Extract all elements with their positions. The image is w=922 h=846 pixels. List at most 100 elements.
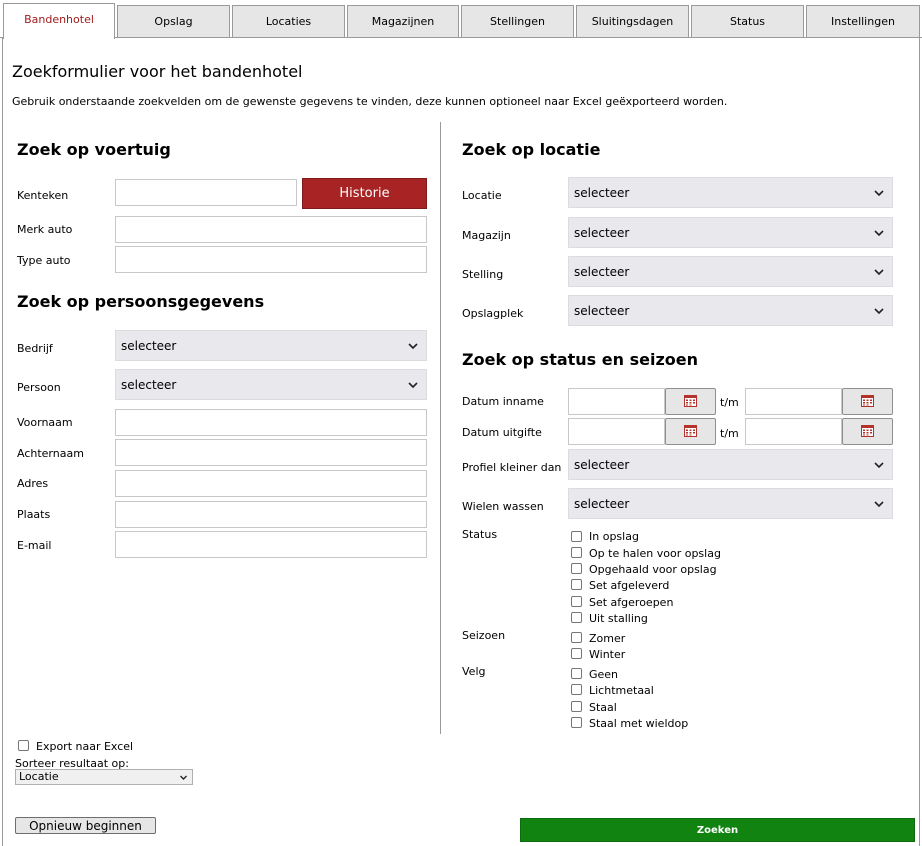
- kenteken-input[interactable]: [115, 179, 297, 206]
- chevron-down-icon: [874, 501, 884, 508]
- status-option-label: Uit stalling: [589, 612, 648, 625]
- velg-checkbox-geen[interactable]: [571, 668, 582, 679]
- section-title-status-season: Zoek op status en seizoen: [462, 350, 698, 369]
- status-option-label: Set afgeroepen: [589, 596, 674, 609]
- historie-button-label: Historie: [339, 186, 390, 201]
- opslagplek-select[interactable]: selecteer: [568, 295, 893, 326]
- tab-locaties[interactable]: Locaties: [232, 5, 345, 37]
- status-option-label: Opgehaald voor opslag: [589, 563, 717, 576]
- locatie-select[interactable]: selecteer: [568, 177, 893, 208]
- plaats-input[interactable]: [115, 501, 427, 528]
- datum-uitgifte-from-input[interactable]: [568, 418, 665, 445]
- seizoen-checkbox-winter[interactable]: [571, 648, 582, 659]
- stelling-select-value: selecteer: [574, 264, 630, 279]
- magazijn-select[interactable]: selecteer: [568, 217, 893, 248]
- wielen-select[interactable]: selecteer: [568, 488, 893, 519]
- datum-inname-to-calendar-button[interactable]: [842, 388, 893, 415]
- page-title: Zoekformulier voor het bandenhotel: [12, 62, 303, 81]
- chevron-down-icon: [874, 308, 884, 315]
- velg-checkbox-staal[interactable]: [571, 701, 582, 712]
- bedrijf-select-value: selecteer: [121, 338, 177, 353]
- locatie-label: Locatie: [462, 189, 502, 202]
- section-title-location: Zoek op locatie: [462, 140, 601, 159]
- tab-opslag[interactable]: Opslag: [117, 5, 230, 37]
- adres-label: Adres: [17, 477, 49, 490]
- calendar-icon: [684, 425, 697, 437]
- status-checkbox-op-te-halen[interactable]: [571, 547, 582, 558]
- datum-uitgifte-from-calendar-button[interactable]: [665, 418, 716, 445]
- bedrijf-select[interactable]: selecteer: [115, 330, 427, 361]
- tab-stellingen[interactable]: Stellingen: [461, 5, 574, 37]
- tm-label: t/m: [720, 396, 739, 409]
- stelling-select[interactable]: selecteer: [568, 256, 893, 287]
- datum-inname-from-calendar-button[interactable]: [665, 388, 716, 415]
- seizoen-option-label: Zomer: [589, 632, 626, 645]
- tab-bar: Bandenhotel Opslag Locaties Magazijnen S…: [0, 0, 922, 39]
- status-option-label: Op te halen voor opslag: [589, 547, 721, 560]
- magazijn-label: Magazijn: [462, 229, 511, 242]
- voornaam-label: Voornaam: [17, 416, 73, 429]
- persoon-select-value: selecteer: [121, 377, 177, 392]
- merk-input[interactable]: [115, 216, 427, 243]
- tab-bandenhotel[interactable]: Bandenhotel: [3, 3, 115, 39]
- historie-button[interactable]: Historie: [302, 178, 427, 209]
- datum-inname-from-input[interactable]: [568, 388, 665, 415]
- calendar-icon: [861, 425, 874, 437]
- persoon-select[interactable]: selecteer: [115, 369, 427, 400]
- velg-option-label: Lichtmetaal: [589, 684, 654, 697]
- tm-label: t/m: [720, 427, 739, 440]
- wielen-label: Wielen wassen: [462, 500, 544, 513]
- tab-sluitingsdagen[interactable]: Sluitingsdagen: [576, 5, 689, 37]
- chevron-down-icon: [874, 462, 884, 469]
- magazijn-select-value: selecteer: [574, 225, 630, 240]
- status-checkbox-in-opslag[interactable]: [571, 531, 582, 542]
- velg-label: Velg: [462, 665, 486, 678]
- bedrijf-label: Bedrijf: [17, 342, 53, 355]
- tab-label: Locaties: [265, 15, 312, 28]
- tab-label: Opslag: [154, 15, 193, 28]
- sort-select[interactable]: Locatie: [15, 769, 193, 785]
- opslagplek-select-value: selecteer: [574, 303, 630, 318]
- tab-instellingen[interactable]: Instellingen: [806, 5, 920, 37]
- profiel-select[interactable]: selecteer: [568, 449, 893, 480]
- datum-uitgifte-to-input[interactable]: [745, 418, 842, 445]
- status-checkbox-set-afgeroepen[interactable]: [571, 596, 582, 607]
- type-label: Type auto: [17, 254, 71, 267]
- achternaam-label: Achternaam: [17, 447, 84, 460]
- tab-magazijnen[interactable]: Magazijnen: [347, 5, 459, 37]
- opslagplek-label: Opslagplek: [462, 307, 524, 320]
- status-checkbox-opgehaald[interactable]: [571, 563, 582, 574]
- persoon-label: Persoon: [17, 381, 61, 394]
- export-excel-label: Export naar Excel: [36, 740, 134, 753]
- reset-button[interactable]: Opnieuw beginnen: [15, 817, 156, 834]
- locatie-select-value: selecteer: [574, 185, 630, 200]
- plaats-label: Plaats: [17, 508, 51, 521]
- search-button[interactable]: Zoeken: [520, 818, 915, 842]
- tab-label: Status: [729, 15, 766, 28]
- chevron-down-icon: [408, 343, 418, 350]
- chevron-down-icon: [874, 230, 884, 237]
- merk-label: Merk auto: [17, 223, 73, 236]
- type-input[interactable]: [115, 246, 427, 273]
- datum-inname-to-input[interactable]: [745, 388, 842, 415]
- achternaam-input[interactable]: [115, 439, 427, 466]
- voornaam-input[interactable]: [115, 409, 427, 436]
- stelling-label: Stelling: [462, 268, 504, 281]
- column-divider: [440, 122, 441, 734]
- datum-uitgifte-label: Datum uitgifte: [462, 426, 542, 439]
- chevron-down-icon: [874, 269, 884, 276]
- email-input[interactable]: [115, 531, 427, 558]
- status-option-label: Set afgeleverd: [589, 579, 670, 592]
- velg-checkbox-staal-met-wieldop[interactable]: [571, 717, 582, 728]
- status-checkbox-uit-stalling[interactable]: [571, 612, 582, 623]
- wielen-select-value: selecteer: [574, 496, 630, 511]
- seizoen-checkbox-zomer[interactable]: [571, 632, 582, 643]
- status-checkbox-set-afgeleverd[interactable]: [571, 579, 582, 590]
- datum-uitgifte-to-calendar-button[interactable]: [842, 418, 893, 445]
- velg-checkbox-lichtmetaal[interactable]: [571, 684, 582, 695]
- export-excel-checkbox[interactable]: [18, 740, 29, 751]
- velg-option-label: Geen: [589, 668, 619, 681]
- tab-status[interactable]: Status: [691, 5, 804, 37]
- section-title-vehicle: Zoek op voertuig: [17, 140, 171, 159]
- adres-input[interactable]: [115, 470, 427, 497]
